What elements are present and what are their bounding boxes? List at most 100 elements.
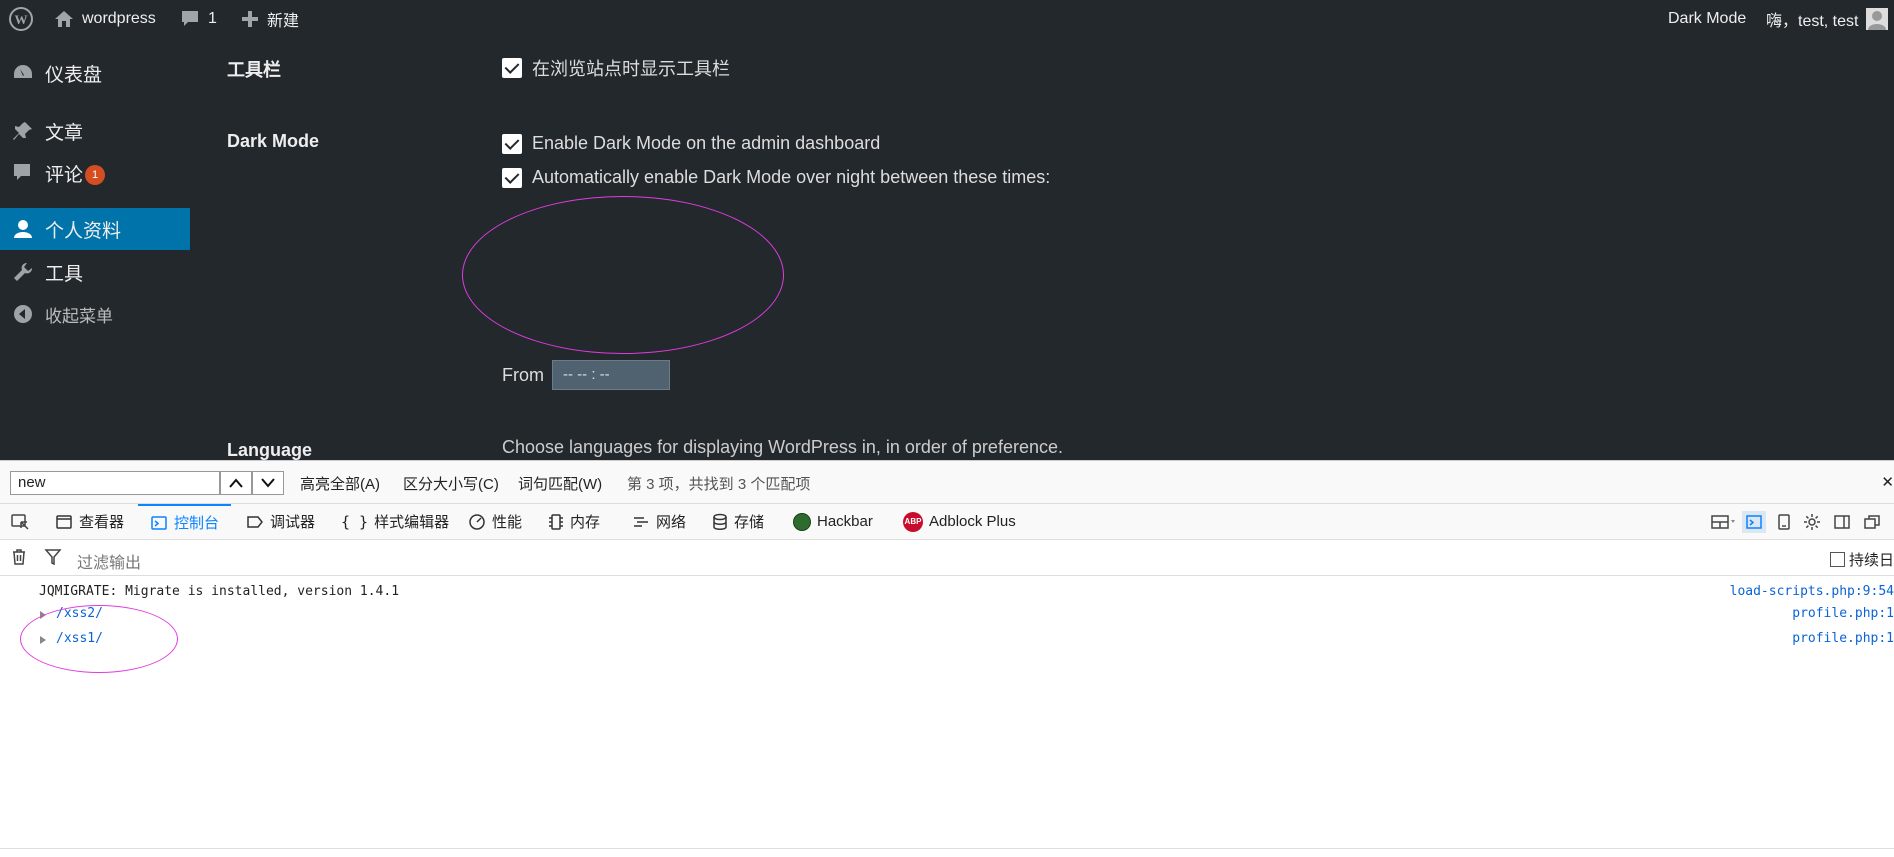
- comment-icon: [12, 162, 34, 184]
- tab-storage[interactable]: 存储: [712, 504, 764, 539]
- sidebar-item-label: 仪表盘: [45, 64, 103, 86]
- console-source-link[interactable]: profile.php:1: [1792, 631, 1894, 646]
- tab-label: 控制台: [174, 515, 220, 532]
- tab-label: 样式编辑器: [374, 514, 450, 531]
- from-label: From: [502, 364, 544, 385]
- sidebar-item-label: 文章: [45, 122, 84, 144]
- filter-output-input[interactable]: 过滤输出: [77, 549, 141, 573]
- tab-label: Adblock Plus: [929, 513, 1016, 530]
- site-home-link[interactable]: wordpress: [54, 0, 156, 38]
- toolbar-heading: 工具栏: [227, 60, 281, 80]
- console-row[interactable]: /xss2/ profile.php:1: [0, 602, 1894, 626]
- sidebar-item-label: 工具: [45, 263, 84, 285]
- tab-hackbar[interactable]: Hackbar: [793, 504, 873, 539]
- memory-icon: [549, 513, 563, 530]
- dark-mode-toggle[interactable]: Dark Mode: [1668, 0, 1746, 38]
- tab-inspector[interactable]: 查看器: [55, 504, 124, 539]
- find-previous-button[interactable]: [220, 471, 252, 495]
- toolbar-checkbox-row[interactable]: 在浏览站点时显示工具栏: [502, 55, 730, 81]
- tab-network[interactable]: 网络: [632, 504, 686, 539]
- account-menu[interactable]: 嗨，test, test: [1766, 0, 1889, 38]
- tab-console[interactable]: 控制台: [138, 504, 232, 539]
- filter-icon: [44, 548, 70, 568]
- dock-bottom-icon[interactable]: [1742, 511, 1766, 533]
- persist-logs-checkbox[interactable]: [1829, 552, 1845, 567]
- sidebar-item-comments[interactable]: 评论 1: [0, 152, 200, 194]
- from-time-input[interactable]: -- -- : --: [552, 360, 670, 390]
- abp-icon: ABP: [903, 511, 923, 532]
- console-icon: [151, 515, 167, 530]
- braces-icon: { }: [341, 512, 369, 531]
- devtools-toolbar: 查看器 控制台 调试器 { } 样式编辑器 性能 内存 网络 存储 Hackba…: [0, 504, 1894, 540]
- darkmode-auto-label: Automatically enable Dark Mode over nigh…: [532, 167, 1051, 187]
- responsive-design-icon[interactable]: [1772, 511, 1796, 533]
- console-row[interactable]: JQMIGRATE: Migrate is installed, version…: [0, 580, 1894, 604]
- tab-label: 性能: [492, 514, 523, 531]
- element-picker-icon[interactable]: [8, 511, 32, 533]
- gear-icon[interactable]: [1800, 511, 1824, 533]
- comments-badge: 1: [85, 165, 106, 186]
- from-time-row: From -- -- : --: [502, 360, 670, 390]
- sidebar-item-posts[interactable]: 文章: [0, 110, 200, 152]
- split-console-icon[interactable]: [1708, 511, 1738, 533]
- match-case-toggle[interactable]: 区分大小写(C): [403, 473, 499, 494]
- console-message: JQMIGRATE: Migrate is installed, version…: [39, 584, 400, 599]
- dark-mode-label: Dark Mode: [1668, 10, 1747, 27]
- sidebar-collapse-menu[interactable]: 收起菜单: [0, 293, 200, 335]
- separate-window-icon[interactable]: [1860, 511, 1884, 533]
- sidebar-item-label: 评论: [45, 164, 84, 186]
- find-bar: new 高亮全部(A) 区分大小写(C) 词句匹配(W) 第 3 项，共找到 3…: [0, 460, 1894, 504]
- expand-arrow-icon[interactable]: [40, 636, 46, 644]
- chevron-up-icon: [229, 478, 243, 488]
- tab-label: 内存: [570, 514, 601, 531]
- tab-adblock-plus[interactable]: ABP Adblock Plus: [903, 504, 1016, 539]
- dock-side-icon[interactable]: [1830, 511, 1854, 533]
- console-source-link[interactable]: profile.php:1: [1792, 606, 1894, 621]
- home-icon: [55, 11, 73, 27]
- expand-arrow-icon[interactable]: [40, 611, 46, 619]
- console-output: JQMIGRATE: Migrate is installed, version…: [0, 576, 1894, 857]
- language-description: Choose languages for displaying WordPres…: [502, 437, 1063, 457]
- devtools-panel: new 高亮全部(A) 区分大小写(C) 词句匹配(W) 第 3 项，共找到 3…: [0, 460, 1894, 857]
- avatar: [1866, 8, 1889, 30]
- chevron-down-icon: [261, 478, 275, 488]
- pin-icon: [12, 120, 34, 142]
- find-next-button[interactable]: [252, 471, 284, 495]
- wrench-icon: [12, 261, 34, 283]
- performance-icon: [469, 513, 485, 530]
- darkmode-admin-checkbox[interactable]: [502, 133, 522, 154]
- sidebar-item-dashboard[interactable]: 仪表盘: [0, 52, 200, 94]
- sidebar-item-profile[interactable]: 个人资料: [0, 208, 200, 250]
- highlight-all-toggle[interactable]: 高亮全部(A): [300, 473, 380, 494]
- darkmode-admin-label: Enable Dark Mode on the admin dashboard: [532, 133, 881, 153]
- plus-icon: [242, 11, 258, 27]
- debugger-icon: [247, 515, 263, 528]
- console-source-link[interactable]: load-scripts.php:9:54: [1730, 584, 1894, 599]
- trash-icon[interactable]: [7, 546, 31, 568]
- tab-memory[interactable]: 内存: [548, 504, 600, 539]
- sidebar-item-label-wrap: 评论 1: [45, 160, 106, 187]
- sidebar-item-tools[interactable]: 工具: [0, 251, 200, 293]
- close-icon[interactable]: ✕: [1881, 473, 1894, 491]
- tab-debugger[interactable]: 调试器: [246, 504, 315, 539]
- darkmode-admin-checkbox-row[interactable]: Enable Dark Mode on the admin dashboard: [502, 133, 880, 154]
- tab-style-editor[interactable]: { } 样式编辑器: [341, 504, 449, 539]
- darkmode-auto-checkbox-row[interactable]: Automatically enable Dark Mode over nigh…: [502, 167, 1050, 188]
- sidebar-item-label: 个人资料: [45, 220, 122, 242]
- collapse-icon: [12, 303, 34, 325]
- comments-link[interactable]: 1: [180, 0, 217, 38]
- tab-label: 网络: [656, 514, 687, 531]
- console-message[interactable]: /xss1/: [56, 631, 103, 646]
- console-row[interactable]: /xss1/ profile.php:1: [0, 627, 1894, 651]
- wp-logo-icon[interactable]: W: [8, 0, 34, 38]
- annotation-ellipse-empty-area: [462, 196, 784, 354]
- console-message[interactable]: /xss2/: [56, 606, 103, 621]
- whole-words-toggle[interactable]: 词句匹配(W): [518, 473, 602, 494]
- darkmode-auto-checkbox[interactable]: [502, 167, 522, 188]
- darkmode-heading: Dark Mode: [227, 131, 320, 151]
- persist-logs-toggle[interactable]: 持续日: [1829, 549, 1894, 570]
- toolbar-checkbox[interactable]: [502, 58, 522, 78]
- new-content-link[interactable]: 新建: [241, 0, 299, 38]
- find-input[interactable]: new: [10, 471, 220, 495]
- tab-performance[interactable]: 性能: [468, 504, 522, 539]
